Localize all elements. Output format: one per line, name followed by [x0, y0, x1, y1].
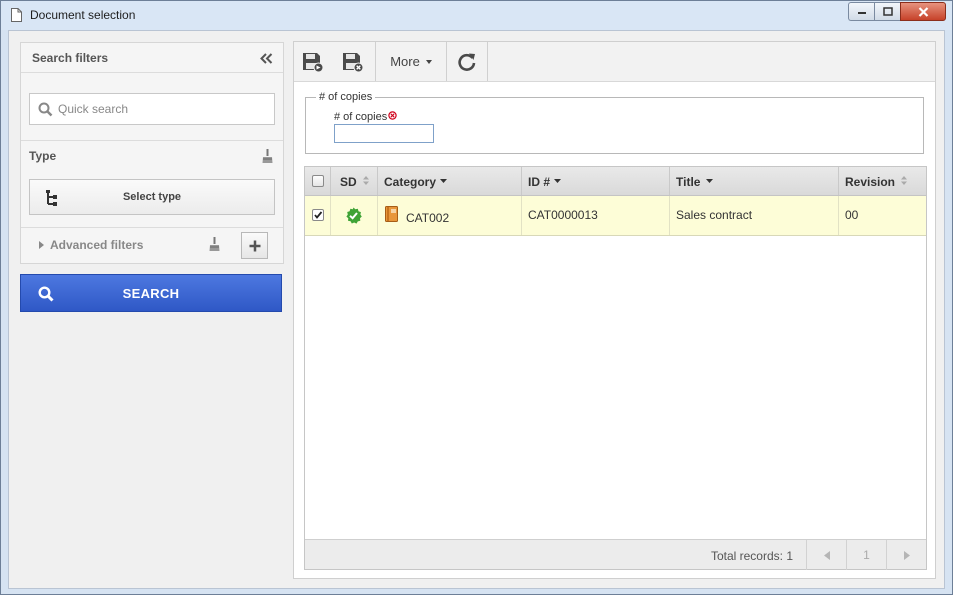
toolbar: More — [294, 42, 935, 82]
column-category-label: Category — [384, 175, 437, 189]
page-number: 1 — [846, 540, 886, 570]
search-filters-panel: Search filters Type — [20, 42, 284, 264]
table-row[interactable]: CAT002 CAT0000013 Sales contract 00 — [305, 196, 926, 236]
row-id-cell: CAT0000013 — [522, 196, 670, 235]
maximize-button[interactable] — [874, 2, 900, 21]
copies-label-text: # of copies — [334, 111, 388, 123]
minimize-button[interactable] — [848, 2, 874, 21]
more-menu-button[interactable]: More — [376, 42, 446, 81]
toolbar-separator — [487, 42, 488, 81]
search-button[interactable]: SEARCH — [20, 274, 282, 312]
filters-title: Search filters — [32, 51, 109, 65]
window-content: Search filters Type — [8, 30, 945, 589]
total-records: Total records: 1 — [710, 549, 793, 563]
row-id: CAT0000013 — [528, 208, 598, 222]
maximize-icon — [882, 7, 893, 16]
column-revision-label: Revision — [845, 175, 896, 189]
row-select-cell — [305, 196, 331, 235]
advanced-filters-row[interactable]: Advanced filters — [21, 229, 283, 263]
select-type-label: Select type — [122, 191, 182, 203]
close-icon — [918, 6, 928, 17]
column-title-label: Title — [676, 175, 701, 189]
collapse-panel-icon[interactable] — [260, 53, 273, 64]
row-category-cell: CAT002 — [378, 196, 522, 235]
refresh-icon — [458, 53, 476, 71]
clear-filter-icon[interactable] — [209, 237, 220, 252]
document-selection-window: Document selection Search filters Quick … — [0, 0, 953, 595]
column-sd[interactable]: SD — [331, 167, 378, 195]
save-close-button[interactable] — [331, 42, 374, 81]
row-revision-cell: 00 — [839, 196, 926, 235]
column-id-label: ID # — [528, 175, 551, 189]
advanced-filters-label: Advanced filters — [50, 238, 144, 252]
filters-header: Search filters — [21, 43, 283, 73]
select-all-cell — [305, 167, 331, 195]
quick-search-box[interactable] — [29, 93, 275, 125]
prev-page-button[interactable] — [806, 540, 846, 570]
select-type-button[interactable]: Select type — [29, 179, 275, 215]
sort-down-icon — [706, 179, 713, 183]
sort-down-icon — [440, 179, 447, 183]
divider — [21, 140, 283, 141]
row-revision: 00 — [845, 208, 859, 222]
row-checkbox[interactable] — [312, 209, 324, 221]
copies-input[interactable] — [334, 124, 434, 143]
close-button[interactable] — [900, 2, 946, 21]
chevron-down-icon — [425, 59, 432, 64]
approved-badge-icon — [346, 207, 362, 224]
search-button-label: SEARCH — [122, 286, 180, 301]
checkmark-icon — [314, 211, 323, 219]
chevron-right-icon — [903, 550, 910, 560]
divider — [21, 227, 283, 228]
document-icon — [11, 8, 22, 22]
type-label: Type — [29, 149, 57, 163]
add-filter-button[interactable] — [241, 232, 268, 259]
caret-right-icon — [39, 241, 44, 249]
grid-header: SD Category ID # Title Revision — [305, 167, 926, 196]
documents-grid: SD Category ID # Title Revision CAT002 C… — [304, 166, 927, 570]
grid-footer: Total records: 1 1 — [305, 539, 926, 570]
window-title: Document selection — [30, 8, 136, 22]
page-number-label: 1 — [863, 548, 870, 562]
refresh-button[interactable] — [447, 42, 487, 81]
search-icon — [38, 102, 53, 117]
column-title[interactable]: Title — [670, 167, 839, 195]
column-id[interactable]: ID # — [522, 167, 670, 195]
clear-filter-icon[interactable] — [262, 149, 273, 164]
row-title-cell: Sales contract — [670, 196, 839, 235]
category-book-icon — [385, 206, 398, 222]
save-new-button[interactable] — [294, 42, 331, 81]
minimize-icon — [857, 11, 866, 14]
row-category: CAT002 — [406, 211, 450, 225]
save-new-icon — [302, 52, 323, 72]
row-title: Sales contract — [676, 208, 753, 222]
main-panel: More # of copies # of copies SD Category… — [293, 41, 936, 579]
copies-fieldset: # of copies # of copies — [305, 91, 924, 154]
column-category[interactable]: Category — [378, 167, 522, 195]
chevron-left-icon — [823, 550, 830, 560]
copies-legend: # of copies — [316, 91, 376, 103]
quick-search-input[interactable] — [58, 95, 270, 123]
save-close-icon — [342, 52, 363, 72]
select-all-checkbox[interactable] — [312, 175, 324, 187]
next-page-button[interactable] — [886, 540, 926, 570]
row-sd-cell — [331, 196, 378, 235]
more-label: More — [390, 54, 420, 69]
sort-neutral-icon — [901, 176, 907, 185]
copies-label: # of copies — [334, 111, 397, 123]
required-icon — [388, 111, 397, 120]
sort-down-icon — [554, 179, 561, 183]
sort-neutral-icon — [363, 176, 369, 185]
title-bar: Document selection — [1, 1, 952, 30]
column-revision[interactable]: Revision — [839, 167, 926, 195]
plus-icon — [249, 240, 260, 251]
column-sd-label: SD — [340, 175, 357, 189]
